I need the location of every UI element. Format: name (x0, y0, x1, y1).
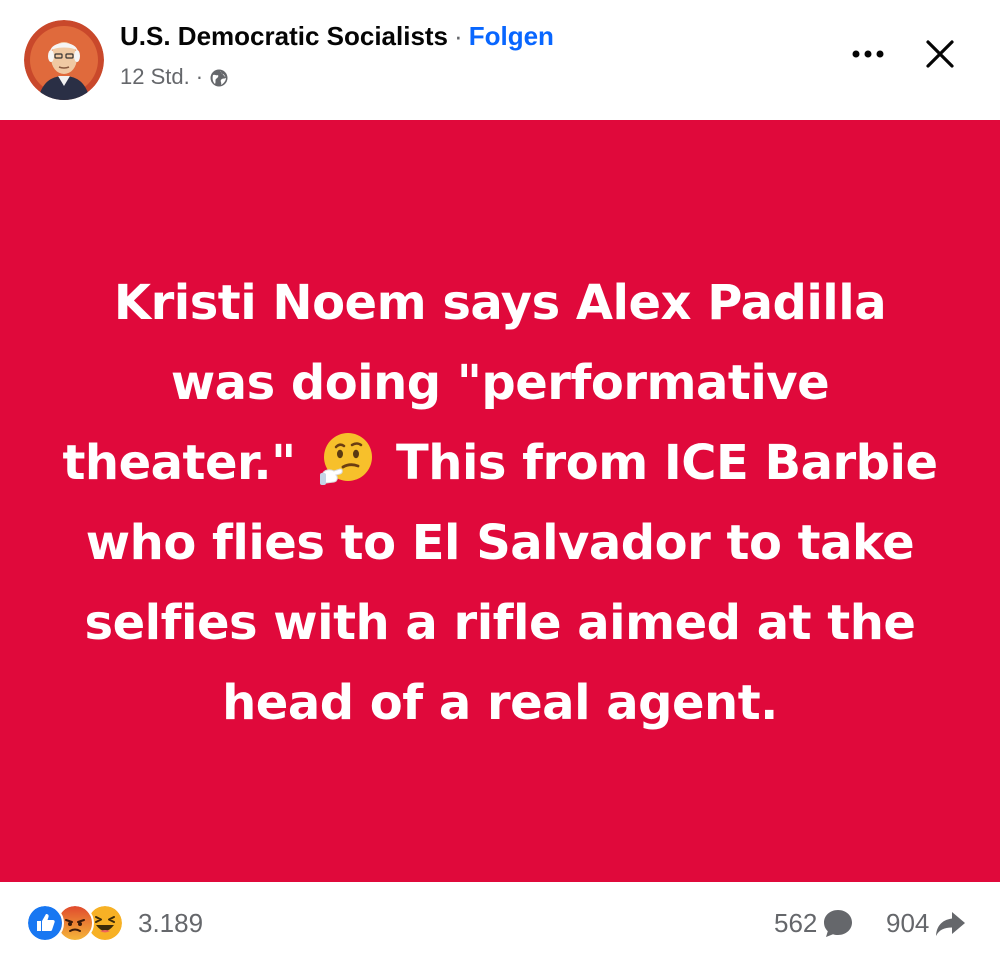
reactions-summary[interactable]: 3.189 (26, 904, 203, 942)
more-options-button[interactable] (842, 34, 894, 74)
close-button[interactable] (916, 30, 964, 78)
share-icon (936, 912, 966, 936)
comment-count: 562 (774, 907, 818, 938)
like-reaction-icon (26, 904, 64, 942)
comment-icon (824, 910, 853, 937)
share-count: 904 (886, 907, 930, 938)
avatar-image (24, 20, 104, 100)
close-icon (926, 40, 954, 68)
thinking-face-emoji (316, 429, 376, 489)
text-post-card: Kristi Noem says Alex Padilla was doing … (0, 120, 1000, 882)
post-header: U.S. Democratic Socialists · Folgen 12 Std… (0, 0, 1000, 120)
page-avatar[interactable] (24, 20, 104, 100)
post-timestamp[interactable]: 12 Std. (120, 63, 190, 91)
more-options-icon (852, 50, 884, 58)
name-separator: · (454, 21, 463, 51)
reaction-count: 3.189 (138, 907, 204, 938)
comments-count-button[interactable]: 562 (774, 906, 855, 940)
page-name-row: U.S. Democratic Socialists · Folgen (120, 20, 554, 52)
facebook-post: U.S. Democratic Socialists · Folgen 12 Std… (0, 0, 1000, 960)
shares-count-button[interactable]: 904 (886, 906, 967, 940)
follow-button[interactable]: Folgen (469, 21, 554, 51)
page-name-link[interactable]: U.S. Democratic Socialists (120, 21, 448, 51)
post-footer: 3.189 562 904 (0, 882, 1000, 960)
post-meta: 12 Std. · (120, 63, 229, 91)
meta-separator: · (195, 64, 204, 89)
post-text: Kristi Noem says Alex Padilla was doing … (60, 263, 940, 743)
globe-icon (209, 67, 229, 87)
